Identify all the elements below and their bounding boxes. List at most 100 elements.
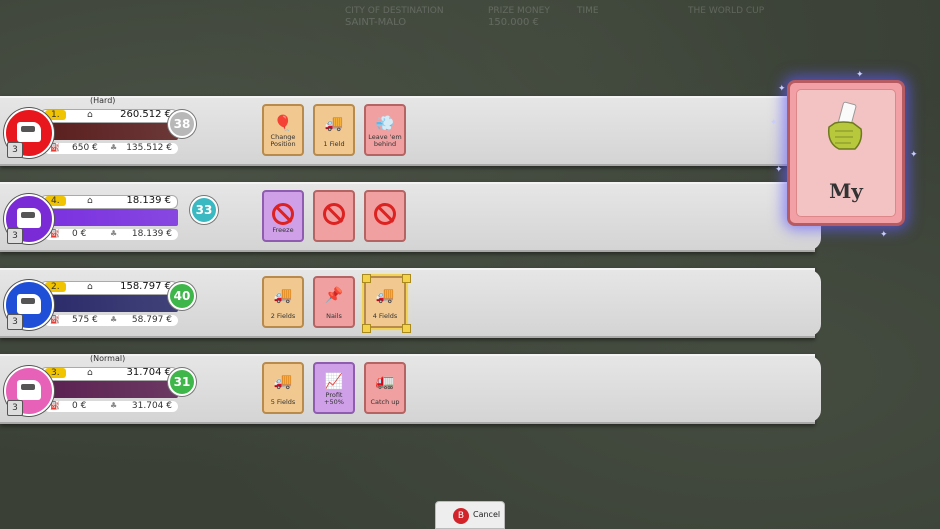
leaf-icon: ♣ [110, 229, 118, 238]
card-label: 5 Fields [270, 398, 296, 406]
sub-left-value: 650 € [72, 143, 98, 153]
b-button-icon: B [453, 508, 469, 524]
money-value: 260.512 € [120, 109, 171, 120]
card-label: 2 Fields [270, 312, 296, 320]
blocked-icon [374, 203, 396, 225]
fuel-icon: ⛽ [50, 401, 60, 410]
progress-bar [40, 209, 178, 226]
action-card[interactable] [313, 190, 355, 242]
card-label: Nails [326, 312, 342, 320]
event-label: THE WORLD CUP [688, 6, 765, 16]
balloon-icon: 🎈 [273, 114, 293, 132]
sub-right-value: 135.512 € [126, 143, 172, 153]
card-count-badge: 3 [7, 400, 23, 416]
score-badge: 38 [168, 110, 196, 138]
player-row: (Normal) 3. ⌂ 31.704 € ⛽ 0 € ♣ 31.704 € … [0, 354, 821, 424]
action-card[interactable] [364, 190, 406, 242]
sub-stats-bar: ⛽ 0 € ♣ 18.139 € [44, 229, 178, 240]
truck-road-icon: 🚚 [273, 372, 293, 390]
destination-value: SAINT-MALO [345, 17, 407, 28]
rank-money-bar: 4. ⌂ 18.139 € [40, 195, 178, 209]
prize-money-value: 150.000 € [488, 17, 539, 28]
progress-bar [40, 381, 178, 398]
player-row: 2. ⌂ 158.797 € ⛽ 575 € ♣ 58.797 € 3 40 🚚… [0, 268, 821, 338]
card-title: My [829, 179, 863, 203]
difficulty-label: (Hard) [90, 96, 116, 105]
selection-corner [362, 324, 371, 333]
truck-icon [17, 294, 41, 314]
sub-right-value: 58.797 € [131, 315, 172, 325]
player-row: (Hard) 1. ⌂ 260.512 € ⛽ 650 € ♣ 135.512 … [0, 96, 821, 166]
money-value: 158.797 € [120, 281, 171, 292]
progress-bar [40, 295, 178, 312]
my-card-selection[interactable]: My [787, 80, 905, 226]
difficulty-label: (Normal) [90, 354, 126, 363]
action-card[interactable]: 🚚 5 Fields [262, 362, 304, 414]
sub-stats-bar: ⛽ 0 € ♣ 31.704 € [44, 401, 178, 412]
card-count-badge: 3 [7, 228, 23, 244]
prize-money-label: PRIZE MONEY [488, 6, 550, 16]
sub-stats-bar: ⛽ 650 € ♣ 135.512 € [44, 143, 178, 154]
blocked-icon [272, 203, 294, 225]
row-endcap [809, 356, 821, 422]
card-label: Catch up [370, 398, 400, 406]
card-label: 1 Field [323, 140, 345, 148]
action-card[interactable]: 🚛 Catch up [364, 362, 406, 414]
truck-icon [17, 380, 41, 400]
truck-icon [17, 208, 41, 228]
action-card[interactable]: Freeze [262, 190, 304, 242]
sub-left-value: 0 € [72, 401, 87, 411]
sparkle-icon: ✦ [910, 150, 918, 160]
card-label: 4 Fields [372, 312, 398, 320]
player-row: 4. ⌂ 18.139 € ⛽ 0 € ♣ 18.139 € 3 33 Free… [0, 182, 821, 252]
action-card[interactable]: 🎈 Change Position [262, 104, 304, 156]
time-label: TIME [577, 6, 599, 16]
truck-road-icon: 🚚 [273, 286, 293, 304]
sub-stats-bar: ⛽ 575 € ♣ 58.797 € [44, 315, 178, 326]
selection-corner [402, 274, 411, 283]
fuel-icon: ⛽ [50, 229, 60, 238]
action-card[interactable]: 📈 Profit +50% [313, 362, 355, 414]
selection-corner [402, 324, 411, 333]
dust-trail-icon: 💨 [375, 114, 395, 132]
house-icon: ⌂ [87, 368, 93, 378]
row-endcap [809, 270, 821, 336]
sparkle-icon: ✦ [770, 118, 778, 128]
action-card[interactable]: 🚚 1 Field [313, 104, 355, 156]
rank-money-bar: 2. ⌂ 158.797 € [40, 281, 178, 295]
catch-up-icon: 🚛 [375, 372, 395, 390]
action-card[interactable]: 📌 Nails [313, 276, 355, 328]
nails-icon: 📌 [324, 286, 344, 304]
rank-money-bar: 3. ⌂ 31.704 € [40, 367, 178, 381]
money-value: 31.704 € [126, 367, 171, 378]
sparkle-icon: ✦ [856, 70, 864, 80]
score-badge: 40 [168, 282, 196, 310]
sub-left-value: 575 € [72, 315, 98, 325]
destination-label: CITY OF DESTINATION [345, 6, 444, 16]
fuel-icon: ⛽ [50, 315, 60, 324]
profit-icon: 📈 [324, 372, 344, 390]
action-card[interactable]: 🚚 2 Fields [262, 276, 304, 328]
house-icon: ⌂ [87, 196, 93, 206]
sub-right-value: 31.704 € [131, 401, 172, 411]
house-icon: ⌂ [87, 110, 93, 120]
score-badge: 31 [168, 368, 196, 396]
fuel-icon: ⛽ [50, 143, 60, 152]
sparkle-icon: ✦ [778, 84, 786, 94]
action-card[interactable]: 🚚 4 Fields [362, 274, 411, 333]
leaf-icon: ♣ [110, 401, 118, 410]
sub-right-value: 18.139 € [131, 229, 172, 239]
leaf-icon: ♣ [110, 315, 118, 324]
card-label: Freeze [272, 226, 294, 234]
progress-bar [40, 123, 178, 140]
hand-holding-card-icon [827, 101, 863, 150]
sub-left-value: 0 € [72, 229, 87, 239]
action-card[interactable]: 💨 Leave 'em behind [364, 104, 406, 156]
cancel-button[interactable]: B Cancel [435, 501, 505, 529]
truck-icon [17, 122, 41, 142]
rank-money-bar: 1. ⌂ 260.512 € [40, 109, 178, 123]
card-label: Profit +50% [324, 391, 344, 406]
card-label: Change Position [270, 133, 296, 148]
blocked-icon [323, 203, 345, 225]
score-badge: 33 [190, 196, 218, 224]
